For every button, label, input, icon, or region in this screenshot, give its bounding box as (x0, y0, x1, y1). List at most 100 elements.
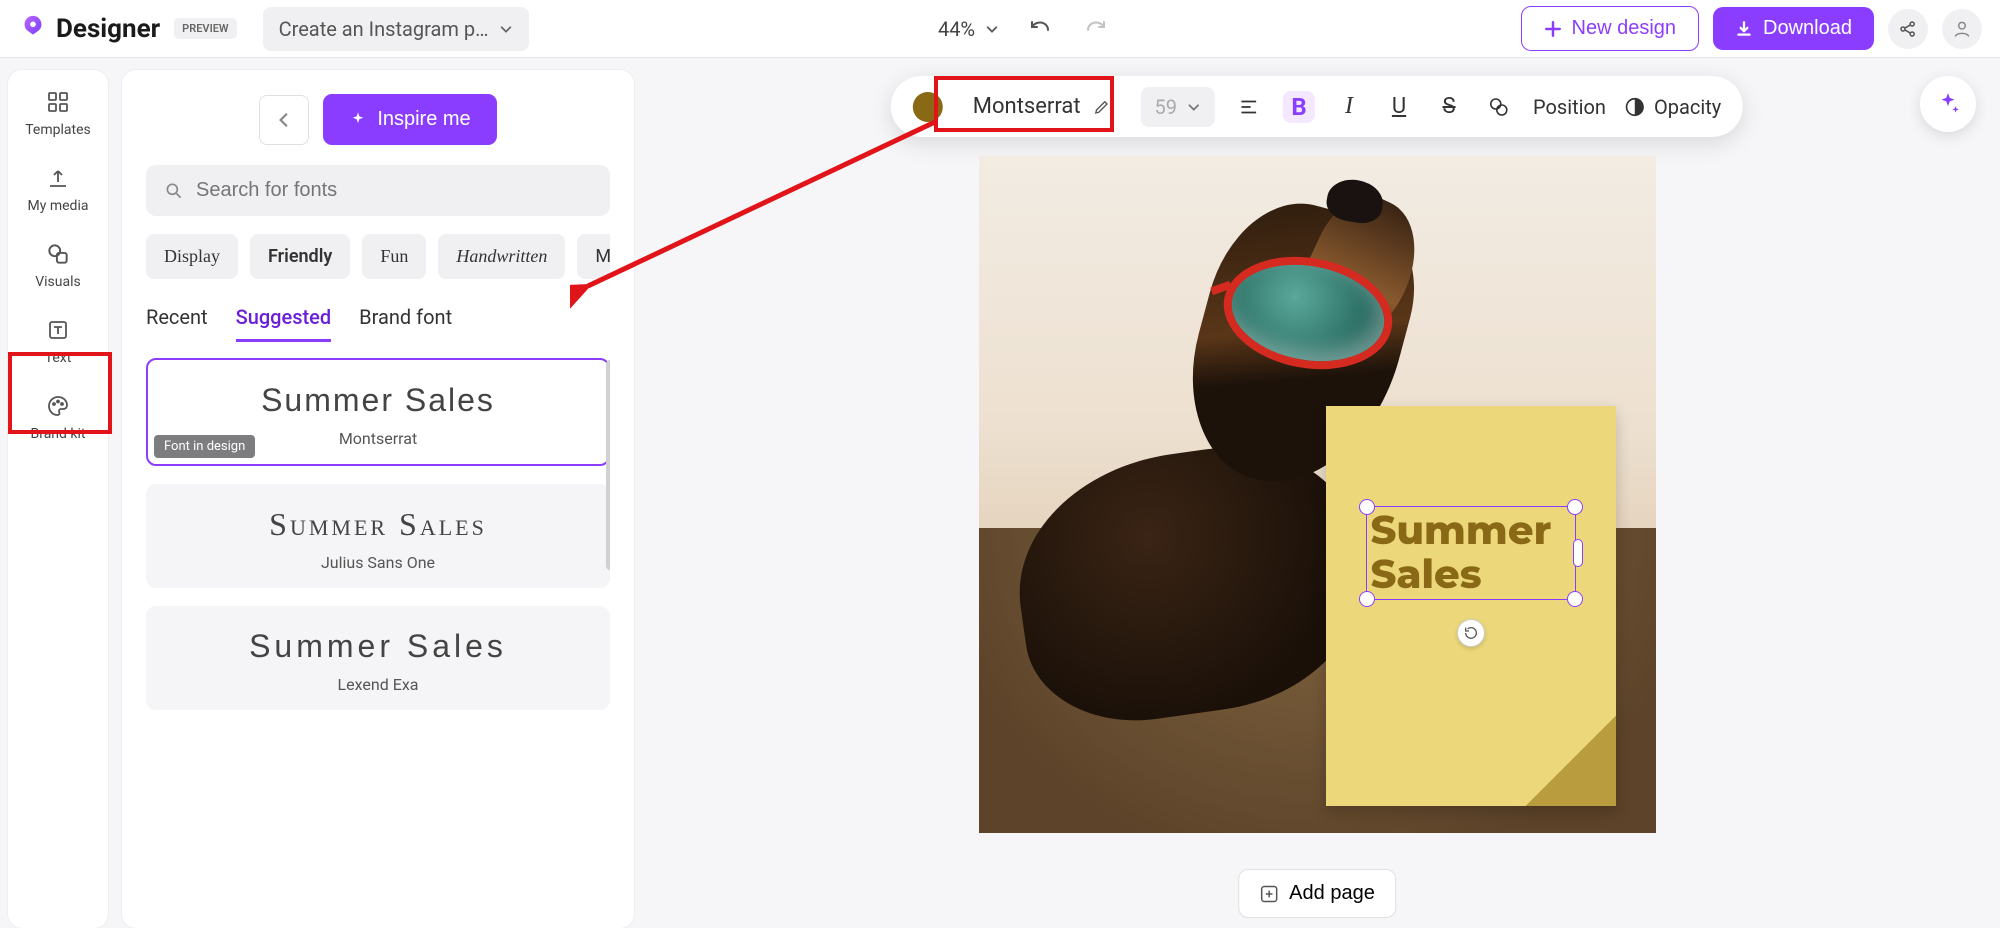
sidebar-label-brandkit: Brand kit (31, 426, 86, 442)
sidebar-label-visuals: Visuals (35, 274, 81, 290)
inspire-button[interactable]: Inspire me (323, 94, 496, 145)
palette-icon (44, 392, 72, 420)
note-fold (1526, 716, 1616, 806)
tab-suggested[interactable]: Suggested (236, 299, 332, 342)
chip-fun[interactable]: Fun (362, 234, 426, 279)
sidebar-item-mymedia[interactable]: My media (28, 164, 89, 214)
center-controls: 44% (938, 14, 1111, 44)
search-icon (164, 181, 184, 201)
zoom-value: 44% (938, 17, 975, 41)
font-selector-value: Montserrat (973, 94, 1081, 119)
new-design-label: New design (1572, 17, 1677, 40)
font-size-value: 59 (1155, 95, 1177, 119)
header-right: New design Download (1521, 6, 1982, 51)
top-header: Designer PREVIEW Create an Instagram p… … (0, 0, 2000, 58)
font-sample: Summer Sales (249, 628, 507, 665)
content-area: Templates My media Visuals Text Brand ki… (0, 58, 2000, 928)
text-toolbar: Montserrat 59 B I U S Position Opacity (891, 76, 1743, 137)
font-card-julius[interactable]: Summer Sales Julius Sans One (146, 484, 610, 588)
underline-button[interactable]: U (1383, 91, 1415, 123)
chip-display[interactable]: Display (146, 234, 238, 279)
sidebar-item-brandkit[interactable]: Brand kit (31, 392, 86, 442)
user-avatar[interactable] (1942, 9, 1982, 49)
app-logo: Designer PREVIEW (18, 14, 237, 44)
resize-handle-mr[interactable] (1573, 539, 1583, 567)
sidebar-item-text[interactable]: Text (44, 316, 72, 366)
project-name: Create an Instagram p… (279, 17, 489, 41)
redo-button[interactable] (1081, 14, 1111, 44)
chevron-down-icon (1187, 100, 1201, 114)
font-list-container: Summer Sales Montserrat Font in design S… (146, 358, 610, 904)
selected-text-box[interactable]: Summer Sales (1366, 506, 1576, 600)
download-icon (1735, 20, 1753, 38)
resize-handle-tl[interactable] (1359, 499, 1375, 515)
font-sample: Summer Sales (261, 382, 495, 419)
font-tabs: Recent Suggested Brand font (146, 299, 610, 342)
opacity-button[interactable]: Opacity (1624, 95, 1721, 119)
scrollbar-thumb[interactable] (606, 360, 610, 570)
align-button[interactable] (1233, 91, 1265, 123)
back-button[interactable] (259, 95, 309, 145)
strikethrough-button[interactable]: S (1433, 91, 1465, 123)
chip-more[interactable]: Mo (577, 234, 610, 279)
scrollbar[interactable] (606, 360, 610, 570)
chip-handwritten[interactable]: Handwritten (438, 234, 565, 279)
undo-button[interactable] (1025, 14, 1055, 44)
project-selector[interactable]: Create an Instagram p… (263, 7, 529, 51)
bold-button[interactable]: B (1283, 91, 1315, 123)
italic-button[interactable]: I (1333, 91, 1365, 123)
opacity-icon (1624, 96, 1646, 118)
font-sample: Summer Sales (269, 506, 487, 543)
text-icon (44, 316, 72, 344)
app-name: Designer (56, 14, 160, 44)
text-content[interactable]: Summer Sales (1367, 507, 1575, 599)
plus-box-icon (1259, 884, 1279, 904)
resize-handle-br[interactable] (1567, 591, 1583, 607)
font-size-selector[interactable]: 59 (1141, 87, 1215, 127)
chevron-down-icon (499, 22, 513, 36)
resize-handle-bl[interactable] (1359, 591, 1375, 607)
font-selector[interactable]: Montserrat (961, 86, 1123, 127)
sidebar-label-text: Text (45, 350, 72, 366)
download-button[interactable]: Download (1713, 7, 1874, 50)
sidebar-item-templates[interactable]: Templates (25, 88, 91, 138)
font-card-montserrat[interactable]: Summer Sales Montserrat Font in design (146, 358, 610, 466)
position-label: Position (1533, 95, 1606, 119)
add-page-button[interactable]: Add page (1238, 869, 1396, 918)
tab-brand[interactable]: Brand font (359, 299, 452, 342)
opacity-label: Opacity (1654, 95, 1721, 119)
text-color-swatch[interactable] (913, 92, 943, 122)
upload-icon (44, 164, 72, 192)
chip-friendly[interactable]: Friendly (250, 234, 350, 279)
font-name: Lexend Exa (338, 675, 419, 694)
share-button[interactable] (1888, 9, 1928, 49)
zoom-control[interactable]: 44% (938, 17, 999, 41)
tab-recent[interactable]: Recent (146, 299, 208, 342)
text-line-2: Sales (1371, 550, 1482, 599)
sidebar-label-mymedia: My media (28, 198, 89, 214)
sparkle-icon (349, 111, 367, 129)
position-button[interactable]: Position (1533, 95, 1606, 119)
pencil-icon (1093, 98, 1111, 116)
sidebar-item-visuals[interactable]: Visuals (35, 240, 81, 290)
inspire-label: Inspire me (377, 108, 470, 131)
search-input[interactable] (196, 179, 592, 202)
font-badge: Font in design (154, 435, 255, 458)
text-line-1: Summer (1371, 506, 1552, 555)
rotate-handle[interactable] (1457, 619, 1485, 647)
new-design-button[interactable]: New design (1521, 6, 1700, 51)
sidebar-label-templates: Templates (25, 122, 91, 138)
resize-handle-tr[interactable] (1567, 499, 1583, 515)
ai-assist-button[interactable] (1920, 76, 1976, 132)
font-name: Montserrat (339, 429, 417, 448)
effects-button[interactable] (1483, 91, 1515, 123)
preview-badge: PREVIEW (174, 18, 236, 39)
sticky-note-element[interactable]: Summer Sales (1326, 406, 1616, 806)
download-label: Download (1763, 17, 1852, 40)
font-card-lexend[interactable]: Summer Sales Lexend Exa (146, 606, 610, 710)
visuals-icon (44, 240, 72, 268)
plus-icon (1544, 20, 1562, 38)
artboard[interactable]: Summer Sales (979, 156, 1656, 833)
font-search[interactable] (146, 165, 610, 216)
canvas-area: Montserrat 59 B I U S Position Opacity (634, 58, 2000, 928)
